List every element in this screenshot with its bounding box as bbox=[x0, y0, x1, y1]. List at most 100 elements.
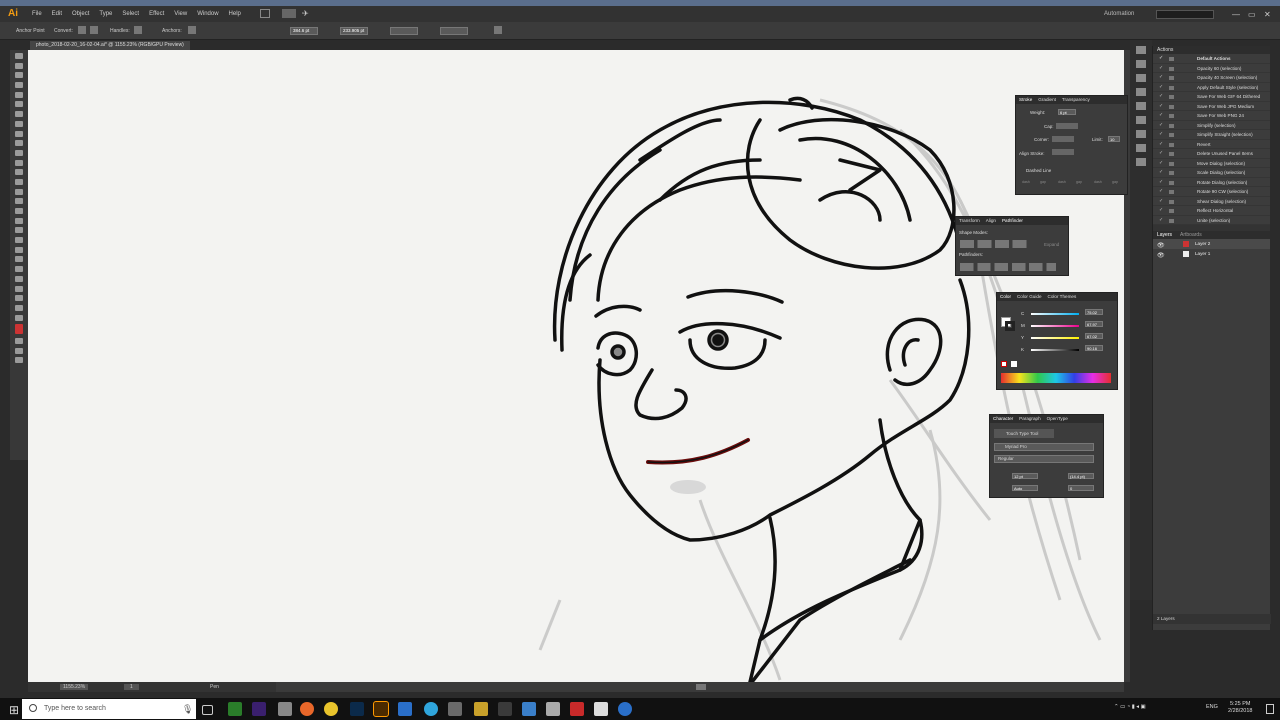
eraser-tool-icon[interactable] bbox=[15, 159, 23, 166]
swatches-panel-icon[interactable] bbox=[1136, 130, 1146, 138]
menu-effect[interactable]: Effect bbox=[149, 11, 164, 17]
magenta-slider[interactable] bbox=[1031, 325, 1079, 327]
taskbar-clock[interactable]: 5:25 PM 2/28/2018 bbox=[1228, 701, 1252, 715]
slice-tool-icon[interactable] bbox=[15, 295, 23, 302]
action-item[interactable]: Delete Unused Panel Items bbox=[1153, 149, 1270, 159]
line-tool-icon[interactable] bbox=[15, 120, 23, 127]
scale-tool-icon[interactable] bbox=[15, 178, 23, 185]
minimize-icon[interactable]: — bbox=[1232, 10, 1240, 19]
maximize-icon[interactable]: ▭ bbox=[1248, 10, 1256, 19]
menu-object[interactable]: Object bbox=[72, 11, 89, 17]
screen-mode-icon[interactable] bbox=[15, 357, 23, 364]
none-swatch[interactable] bbox=[1001, 361, 1007, 367]
symbols-panel-icon[interactable] bbox=[1136, 158, 1146, 166]
limit-field[interactable]: 10 bbox=[1108, 136, 1120, 142]
fill-stroke-swatch-icon[interactable] bbox=[15, 324, 23, 335]
lasso-tool-icon[interactable] bbox=[15, 82, 23, 89]
cyan-slider[interactable] bbox=[1031, 313, 1079, 315]
app-icon-13[interactable] bbox=[498, 702, 512, 716]
cyan-value[interactable]: 75.02 bbox=[1085, 309, 1103, 315]
artboard-number[interactable]: 1 bbox=[124, 684, 139, 690]
action-item[interactable]: Simplify (selection) bbox=[1153, 121, 1270, 130]
app-icon-16[interactable] bbox=[570, 702, 584, 716]
close-icon[interactable]: ✕ bbox=[1264, 10, 1271, 19]
workspace-switcher[interactable]: Automation bbox=[1104, 11, 1134, 17]
appearance-panel-icon[interactable] bbox=[1136, 102, 1146, 110]
actions-panel-icon[interactable] bbox=[1136, 46, 1146, 54]
gap-field-1[interactable]: gap bbox=[1040, 180, 1056, 184]
telegram-icon[interactable] bbox=[424, 702, 438, 716]
menu-file[interactable]: File bbox=[32, 11, 42, 17]
corner-buttons[interactable] bbox=[1052, 136, 1074, 142]
app-icon-1[interactable] bbox=[228, 702, 242, 716]
dash-field-3[interactable]: dash bbox=[1094, 180, 1110, 184]
gap-field-2[interactable]: gap bbox=[1076, 180, 1092, 184]
tab-transform[interactable]: Transform bbox=[959, 217, 980, 225]
gpu-performance-icon[interactable]: ✈ bbox=[302, 9, 309, 18]
height-field[interactable] bbox=[440, 27, 468, 35]
dash-field-2[interactable]: dash bbox=[1058, 180, 1074, 184]
direct-selection-tool-icon[interactable] bbox=[15, 62, 23, 69]
yellow-value[interactable]: 67.02 bbox=[1085, 333, 1103, 339]
weight-field[interactable]: 6 pt bbox=[1058, 109, 1076, 115]
photoshop-icon[interactable] bbox=[350, 702, 364, 716]
rectangle-tool-icon[interactable] bbox=[15, 130, 23, 137]
stroke-swatch[interactable] bbox=[1005, 321, 1015, 331]
tracking-field[interactable]: 0 bbox=[1068, 485, 1094, 491]
app-icon-11[interactable] bbox=[448, 702, 462, 716]
firefox-icon[interactable] bbox=[300, 702, 314, 716]
font-family-select[interactable]: Myriad Pro bbox=[994, 443, 1094, 451]
app-icon-15[interactable] bbox=[546, 702, 560, 716]
layer-row[interactable]: 👁 Layer 1 bbox=[1153, 249, 1270, 259]
action-item[interactable]: Shear Dialog (selection) bbox=[1153, 197, 1270, 206]
font-style-select[interactable]: Regular bbox=[994, 455, 1094, 463]
action-item[interactable]: Save For Web PNG 24 bbox=[1153, 111, 1270, 121]
touch-type-tool-button[interactable]: Touch Type Tool bbox=[994, 429, 1054, 438]
yellow-slider[interactable] bbox=[1031, 337, 1079, 339]
action-item[interactable]: Save For Web JPG Medium bbox=[1153, 102, 1270, 111]
tab-opentype[interactable]: OpenType bbox=[1047, 415, 1068, 423]
pencil-tool-icon[interactable] bbox=[15, 149, 23, 156]
menu-edit[interactable]: Edit bbox=[52, 11, 62, 17]
eye-icon[interactable]: 👁 bbox=[1157, 251, 1165, 261]
tab-layers[interactable]: Layers bbox=[1157, 231, 1172, 239]
transparency-panel-icon[interactable] bbox=[1136, 88, 1146, 96]
after-effects-icon[interactable] bbox=[252, 702, 266, 716]
cap-buttons[interactable] bbox=[1056, 123, 1078, 129]
tab-align[interactable]: Align bbox=[986, 217, 996, 225]
illustrator-icon[interactable] bbox=[373, 701, 389, 717]
pen-tool-icon[interactable] bbox=[15, 91, 23, 98]
layer-row[interactable]: 👁 Layer 2 bbox=[1153, 239, 1270, 249]
perspective-grid-tool-icon[interactable] bbox=[15, 217, 23, 224]
rotate-tool-icon[interactable] bbox=[15, 169, 23, 176]
language-indicator[interactable]: ENG bbox=[1206, 704, 1218, 710]
action-item[interactable]: Scale Dialog (selection) bbox=[1153, 168, 1270, 178]
brushes-panel-icon[interactable] bbox=[1136, 144, 1146, 152]
actions-panel-title[interactable]: Actions bbox=[1153, 46, 1270, 54]
action-item[interactable]: Simplify Straight (selection) bbox=[1153, 130, 1270, 140]
bridge-icon[interactable] bbox=[260, 9, 270, 18]
menu-view[interactable]: View bbox=[174, 11, 187, 17]
tab-stroke[interactable]: Stroke bbox=[1019, 96, 1032, 104]
magenta-value[interactable]: 67.97 bbox=[1085, 321, 1103, 327]
dash-field-1[interactable]: dash bbox=[1022, 180, 1038, 184]
tab-pathfinder[interactable]: Pathfinder bbox=[1002, 217, 1023, 225]
gradient-panel-icon[interactable] bbox=[1136, 74, 1146, 82]
white-swatch[interactable] bbox=[1011, 361, 1017, 367]
app-icon-3[interactable] bbox=[278, 702, 292, 716]
zoom-tool-icon[interactable] bbox=[15, 314, 23, 321]
app-icon-17[interactable] bbox=[594, 702, 608, 716]
microphone-icon[interactable]: 🎙 bbox=[182, 704, 193, 715]
draw-mode-icon[interactable] bbox=[15, 347, 23, 354]
gap-field-3[interactable]: gap bbox=[1112, 180, 1128, 184]
curvature-tool-icon[interactable] bbox=[15, 101, 23, 108]
action-item[interactable]: Apply Default Style (selection) bbox=[1153, 83, 1270, 92]
tab-color[interactable]: Color bbox=[1000, 293, 1011, 301]
action-item[interactable]: Unite (selection) bbox=[1153, 216, 1270, 225]
show-handles-icon[interactable] bbox=[134, 26, 142, 34]
black-value[interactable]: 90.16 bbox=[1085, 345, 1103, 351]
graphic-styles-panel-icon[interactable] bbox=[1136, 116, 1146, 124]
zoom-level[interactable]: 1155.23% bbox=[60, 684, 89, 690]
blend-tool-icon[interactable] bbox=[15, 256, 23, 263]
hand-tool-icon[interactable] bbox=[15, 304, 23, 311]
